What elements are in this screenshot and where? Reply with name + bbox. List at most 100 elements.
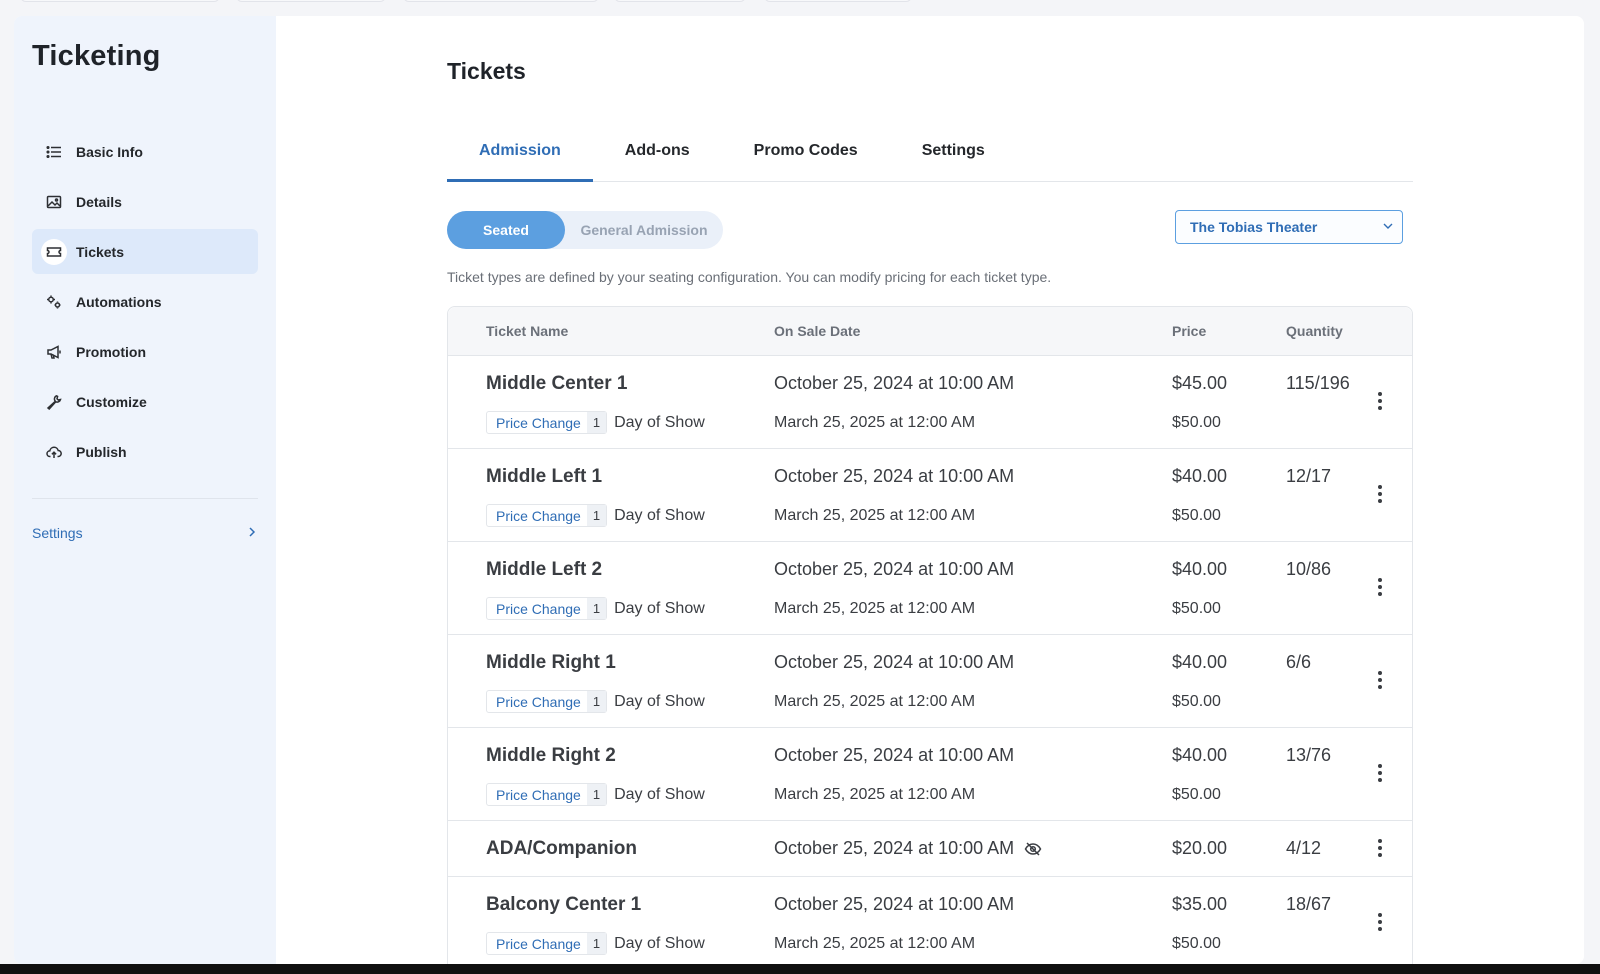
ticket-price: $20.00 [1172, 838, 1228, 858]
table-header: Ticket Name On Sale Date Price Quantity [448, 307, 1412, 356]
page-title: Tickets [447, 58, 526, 84]
browser-tab[interactable] [764, 0, 912, 2]
sidebar-item-customize[interactable]: Customize [32, 379, 258, 424]
chevron-right-icon [246, 525, 258, 541]
ticket-quantity: 6/6 [1286, 652, 1312, 672]
row-menu-icon[interactable] [1374, 762, 1386, 784]
sidebar: Ticketing Basic Info Details Tickets Aut… [14, 16, 276, 964]
price-change-label: Price Change [496, 786, 581, 803]
image-icon [46, 194, 62, 210]
ticket-quantity: 12/17 [1286, 466, 1332, 486]
on-sale-date: October 25, 2024 at 10:00 AM [774, 838, 1015, 858]
price-change-info: Price Change 1 Day of Show [486, 597, 705, 620]
row-menu-icon[interactable] [1374, 576, 1386, 598]
toggle-general-admission[interactable]: General Admission [565, 211, 723, 249]
row-menu-icon[interactable] [1374, 483, 1386, 505]
table-row[interactable]: Balcony Center 1 Price Change 1 Day of Sh… [448, 877, 1412, 964]
price-change-count: 1 [586, 933, 607, 954]
changed-price: $50.00 [1172, 786, 1221, 803]
price-change-date: March 25, 2025 at 12:00 AM [774, 935, 976, 952]
price-change-chip[interactable]: Price Change 1 [486, 690, 608, 713]
price-change-info: Price Change 1 Day of Show [486, 504, 705, 527]
sidebar-divider [32, 498, 258, 499]
ticket-quantity: 13/76 [1286, 745, 1332, 765]
price-change-chip[interactable]: Price Change 1 [486, 597, 608, 620]
settings-link-label: Settings [32, 525, 83, 541]
sidebar-item-basic-info[interactable]: Basic Info [32, 129, 258, 174]
table-row[interactable]: ADA/Companion October 25, 2024 at 10:00 … [448, 821, 1412, 877]
row-menu-icon[interactable] [1374, 390, 1386, 412]
price-change-info: Price Change 1 Day of Show [486, 690, 705, 713]
seating-type-toggle: Seated General Admission [447, 211, 723, 249]
ticket-price: $40.00 [1172, 466, 1228, 486]
on-sale-date: October 25, 2024 at 10:00 AM [774, 652, 1015, 672]
eye-slash-icon [1024, 840, 1042, 858]
sidebar-nav: Basic Info Details Tickets Automations P… [32, 129, 258, 479]
ticket-price: $40.00 [1172, 559, 1228, 579]
browser-tab[interactable] [236, 0, 386, 2]
ticket-price: $45.00 [1172, 373, 1228, 393]
price-change-date: March 25, 2025 at 12:00 AM [774, 786, 976, 803]
row-menu-icon[interactable] [1374, 669, 1386, 691]
price-change-chip[interactable]: Price Change 1 [486, 504, 608, 527]
list-icon [46, 144, 62, 160]
on-sale-date: October 25, 2024 at 10:00 AM [774, 894, 1015, 914]
sidebar-title: Ticketing [32, 40, 161, 72]
browser-tab-strip [0, 0, 1600, 14]
price-change-label: Price Change [496, 693, 581, 710]
browser-tab[interactable] [20, 0, 220, 2]
price-change-info: Price Change 1 Day of Show [486, 932, 705, 955]
price-change-label: Price Change [496, 507, 581, 524]
sidebar-item-label: Tickets [76, 243, 124, 260]
table-row[interactable]: Middle Left 2 Price Change 1 Day of Show … [448, 542, 1412, 635]
sidebar-item-label: Promotion [76, 343, 146, 360]
row-menu-icon[interactable] [1374, 911, 1386, 933]
browser-tab[interactable] [614, 0, 746, 2]
tab-settings[interactable]: Settings [890, 123, 1017, 182]
megaphone-icon [46, 344, 62, 360]
changed-price: $50.00 [1172, 693, 1221, 710]
table-row[interactable]: Middle Left 1 Price Change 1 Day of Show … [448, 449, 1412, 542]
tab-add-ons[interactable]: Add-ons [593, 123, 722, 182]
sidebar-item-promotion[interactable]: Promotion [32, 329, 258, 374]
table-row[interactable]: Middle Center 1 Price Change 1 Day of Sho… [448, 356, 1412, 449]
price-change-date: March 25, 2025 at 12:00 AM [774, 507, 976, 524]
ticket-name: Middle Center 1 [486, 373, 628, 394]
on-sale-date: October 25, 2024 at 10:00 AM [774, 745, 1015, 765]
main-content: Tickets Admission Add-ons Promo Codes Se… [447, 16, 1413, 964]
tab-promo-codes[interactable]: Promo Codes [722, 123, 890, 182]
on-sale-date-wrapper: October 25, 2024 at 10:00 AM [774, 838, 1042, 859]
column-header-ticket-name: Ticket Name [486, 323, 569, 339]
price-change-label: Price Change [496, 600, 581, 617]
bottom-bar [0, 964, 1600, 974]
sidebar-item-details[interactable]: Details [32, 179, 258, 224]
price-change-description: Day of Show [614, 599, 705, 617]
ticket-name: Middle Right 2 [486, 745, 616, 766]
row-menu-icon[interactable] [1374, 837, 1386, 859]
sidebar-settings-link[interactable]: Settings [32, 525, 258, 541]
sidebar-item-automations[interactable]: Automations [32, 279, 258, 324]
price-change-chip[interactable]: Price Change 1 [486, 932, 608, 955]
tickets-table: Ticket Name On Sale Date Price Quantity … [447, 306, 1413, 964]
table-row[interactable]: Middle Right 2 Price Change 1 Day of Show… [448, 728, 1412, 821]
table-row[interactable]: Middle Right 1 Price Change 1 Day of Show… [448, 635, 1412, 728]
tab-bar: Admission Add-ons Promo Codes Settings [447, 123, 1413, 182]
venue-select[interactable]: The Tobias Theater [1175, 210, 1403, 244]
tab-admission[interactable]: Admission [447, 123, 593, 182]
venue-select-value: The Tobias Theater [1190, 219, 1318, 235]
ticket-name: Middle Left 1 [486, 466, 603, 487]
price-change-count: 1 [586, 784, 607, 805]
toggle-seated[interactable]: Seated [447, 211, 565, 249]
price-change-label: Price Change [496, 935, 581, 952]
column-header-price: Price [1172, 323, 1207, 339]
sidebar-item-publish[interactable]: Publish [32, 429, 258, 474]
price-change-chip[interactable]: Price Change 1 [486, 783, 608, 806]
wrench-icon [46, 394, 62, 410]
price-change-count: 1 [586, 691, 607, 712]
price-change-count: 1 [586, 505, 607, 526]
browser-tab[interactable] [403, 0, 599, 2]
price-change-chip[interactable]: Price Change 1 [486, 411, 608, 434]
sidebar-item-tickets[interactable]: Tickets [32, 229, 258, 274]
changed-price: $50.00 [1172, 935, 1221, 952]
on-sale-date: October 25, 2024 at 10:00 AM [774, 466, 1015, 486]
